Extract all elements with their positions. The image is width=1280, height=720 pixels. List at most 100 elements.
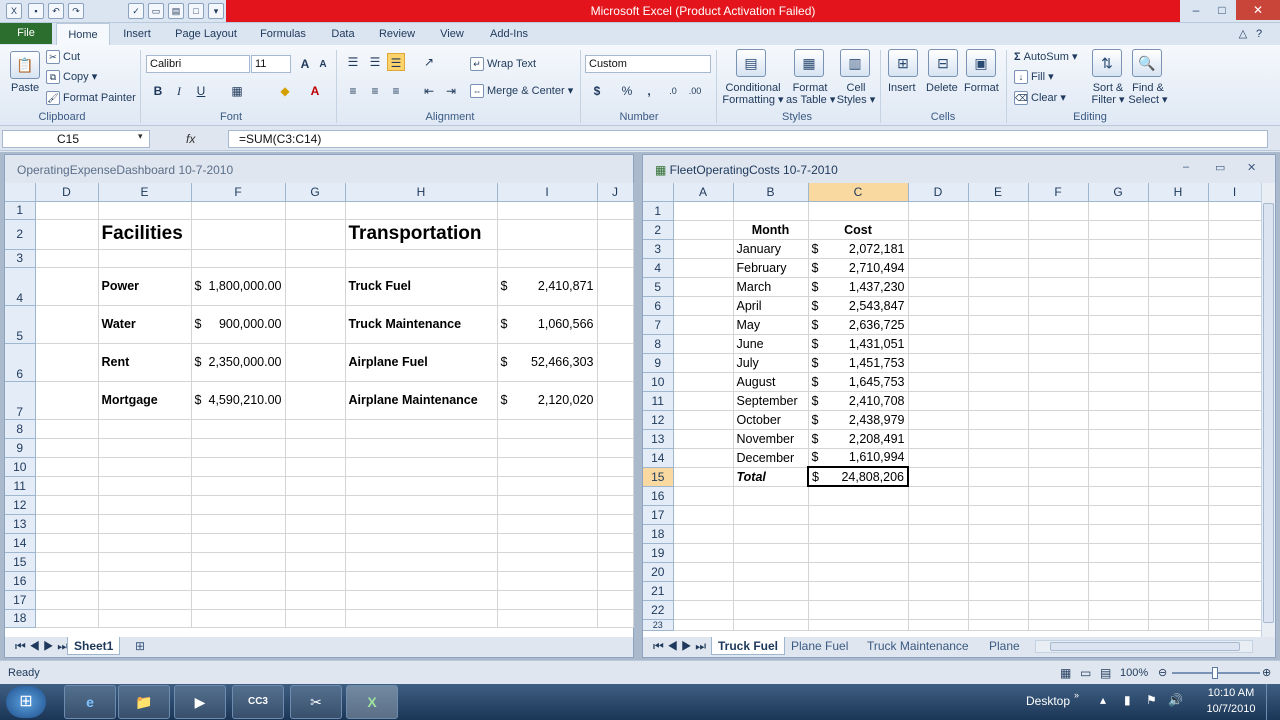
sort-filter-button[interactable]: Sort & Filter ▾ [1088,82,1128,106]
row-header[interactable]: 2 [643,220,674,240]
row-header[interactable]: 9 [5,438,36,458]
merge-center-button[interactable]: ⇔ Merge & Center ▾ [470,84,573,99]
minimize-button[interactable]: – [1182,0,1210,20]
row-header[interactable]: 20 [643,562,674,582]
row-header[interactable]: 16 [5,571,36,591]
taskbar-cc3-icon[interactable]: CC3 [232,685,284,719]
row-header[interactable]: 15 [5,552,36,572]
network-icon[interactable]: ▮ [1124,693,1131,707]
normal-view-icon[interactable]: ▦ [1060,661,1071,685]
align-top-icon[interactable]: ☰ [344,53,362,71]
row-header[interactable]: 12 [5,495,36,515]
insert-function-button[interactable]: fx [172,130,222,148]
zoom-out-icon[interactable]: ⊖ [1158,661,1167,685]
new-icon[interactable]: □ [188,3,204,19]
select-all-corner[interactable] [5,183,36,202]
column-header[interactable]: H [1148,183,1209,202]
font-color-icon[interactable]: A [306,82,324,100]
underline-button[interactable]: U [192,82,210,100]
insert-cells-button[interactable]: Insert [888,82,916,94]
row-header[interactable]: 11 [5,476,36,496]
tab-page-layout[interactable]: Page Layout [168,23,244,45]
grow-font-button[interactable]: A [296,55,314,73]
cell-facility-amount[interactable]: $4,590,210.00 [191,381,286,420]
tab-view[interactable]: View [432,23,472,45]
align-left-icon[interactable]: ≡ [344,82,362,100]
row-header[interactable]: 14 [5,533,36,553]
cell-month[interactable]: June [733,334,809,354]
align-right-icon[interactable]: ≡ [387,82,405,100]
find-select-button[interactable]: Find & Select ▾ [1126,82,1170,106]
sheet-tab-sheet1[interactable]: Sheet1 [67,637,121,655]
cell-styles-icon[interactable]: ▥ [840,49,870,77]
cell-transport-name[interactable]: Truck Maintenance [345,305,498,344]
column-header[interactable]: H [345,183,498,202]
align-middle-icon[interactable]: ☰ [366,53,384,71]
sheet-tab-truck-maintenance[interactable]: Truck Maintenance [861,637,975,655]
cell-facility-name[interactable]: Mortgage [98,381,192,420]
tab-data[interactable]: Data [322,23,364,45]
cell-cost[interactable]: $2,208,491 [808,429,909,449]
sheet-nav-arrows[interactable]: ⏮ ◀ ▶ ⏭ [9,637,74,655]
transportation-header[interactable]: Transportation [345,219,498,250]
row-header[interactable]: 10 [643,372,674,392]
row-header[interactable]: 3 [5,249,36,268]
row-header-selected[interactable]: 15 [643,467,674,487]
taskbar-snipping-icon[interactable]: ✂ [290,685,342,719]
format-painter-button[interactable]: 🖌 Format Painter [46,91,136,105]
copy-button[interactable]: ⧉ Copy ▾ [46,70,97,85]
taskbar-media-icon[interactable]: ▶ [174,685,226,719]
facilities-header[interactable]: Facilities [98,219,192,250]
cell-transport-name[interactable]: Airplane Maintenance [345,381,498,420]
tab-review[interactable]: Review [372,23,422,45]
formula-input[interactable]: =SUM(C3:C14) [228,130,1268,148]
row-header[interactable]: 7 [643,315,674,335]
row-header[interactable]: 11 [643,391,674,411]
cell-cost[interactable]: $2,543,847 [808,296,909,316]
cell-cost[interactable]: $2,072,181 [808,239,909,259]
column-header[interactable]: E [968,183,1029,202]
row-header[interactable]: 4 [5,267,36,306]
cell-cost[interactable]: $1,610,994 [808,448,909,468]
cell-cost[interactable]: $2,636,725 [808,315,909,335]
cell-styles-button[interactable]: Cell Styles ▾ [836,82,876,106]
delete-cells-button[interactable]: Delete [926,82,958,94]
wb-minimize-button[interactable]: – [1183,161,1189,173]
month-header[interactable]: Month [733,220,809,240]
row-header[interactable]: 5 [643,277,674,297]
row-header[interactable]: 17 [5,590,36,610]
print-icon[interactable]: ▤ [168,3,184,19]
page-layout-view-icon[interactable]: ▭ [1080,661,1091,685]
open-icon[interactable]: ▭ [148,3,164,19]
cell-month[interactable]: January [733,239,809,259]
taskbar-explorer-icon[interactable]: 📁 [118,685,170,719]
sheet-grid-left[interactable]: D E F G H I J 1 2 Facilities Transportatio… [5,183,634,628]
column-header[interactable]: G [285,183,346,202]
format-as-table-icon[interactable]: ▦ [794,49,824,77]
tab-file[interactable]: File [0,23,52,44]
format-cells-button[interactable]: Format [964,82,999,94]
cell-cost[interactable]: $2,710,494 [808,258,909,278]
close-button[interactable]: ✕ [1236,0,1280,20]
toolbar-expand-icon[interactable]: » [1074,690,1079,700]
row-header[interactable]: 21 [643,581,674,601]
align-center-icon[interactable]: ≡ [366,82,384,100]
flag-icon[interactable]: ⚑ [1146,693,1157,707]
format-cells-icon[interactable]: ▣ [966,49,996,77]
show-hidden-icons[interactable]: ▴ [1100,693,1106,707]
cell-facility-name[interactable]: Power [98,267,192,306]
font-name-combo[interactable]: Calibri [146,55,250,73]
orientation-icon[interactable]: ↗ [420,53,438,71]
horizontal-scroll-thumb[interactable] [1050,642,1240,651]
customize-qat-icon[interactable]: ▾ [208,3,224,19]
fill-button[interactable]: ↓ Fill ▾ [1014,70,1054,85]
shrink-font-button[interactable]: A [314,56,332,74]
volume-icon[interactable]: 🔊 [1168,693,1183,707]
column-header[interactable]: I [1208,183,1262,202]
spelling-icon[interactable]: ✓ [128,3,144,19]
increase-indent-icon[interactable]: ⇥ [442,82,460,100]
select-all-corner[interactable] [643,183,674,202]
tab-insert[interactable]: Insert [116,23,158,45]
column-header[interactable]: D [908,183,969,202]
cell-cost[interactable]: $1,645,753 [808,372,909,392]
